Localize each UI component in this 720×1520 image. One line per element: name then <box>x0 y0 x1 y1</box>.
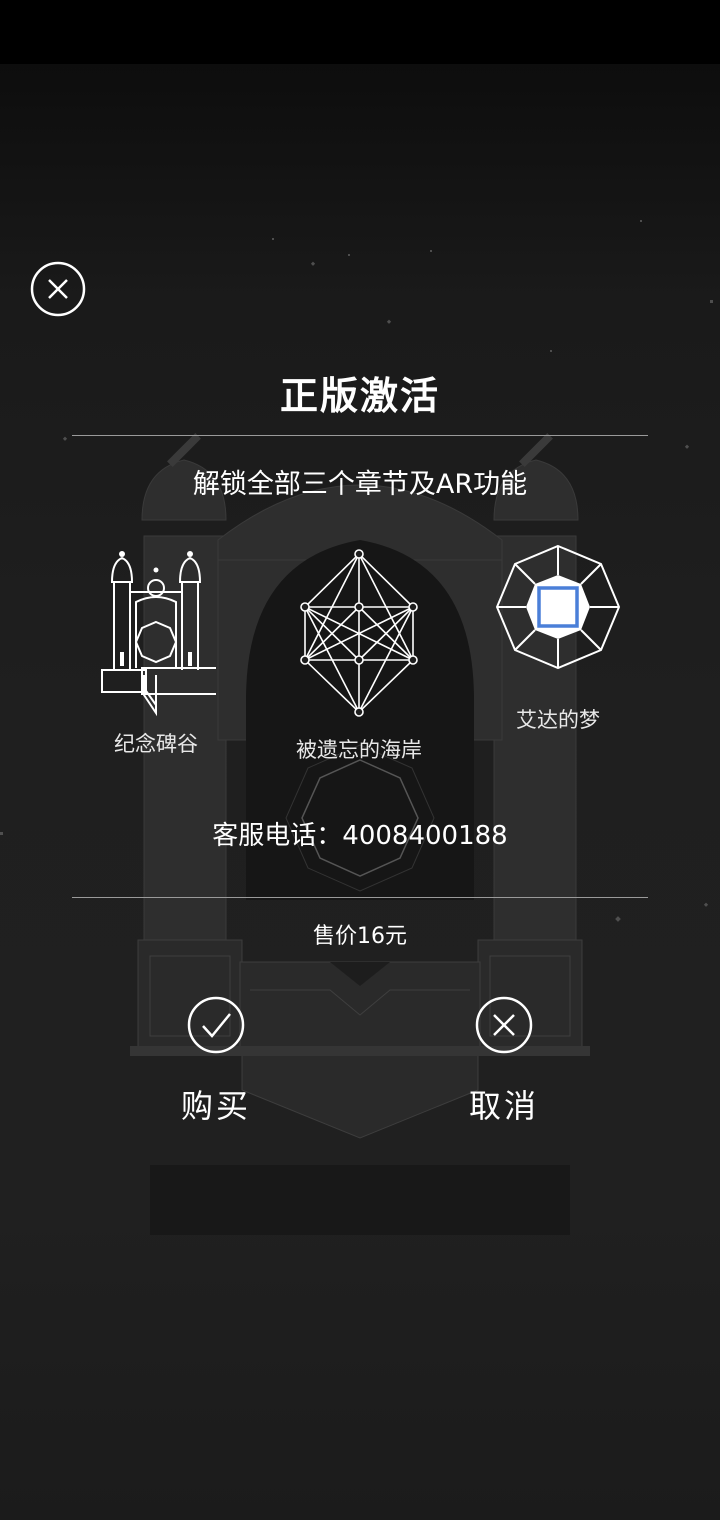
cancel-label: 取消 <box>468 1087 539 1125</box>
chapter-label: 纪念碑谷 <box>114 732 198 756</box>
activation-screen: 正版激活 解锁全部三个章节及AR功能 纪念碑谷 被遗忘的海岸 艾达的梦 客服电话… <box>0 0 720 1520</box>
chapter-monument-valley: 纪念碑谷 <box>56 540 256 758</box>
chapter-forgotten-shores: 被遗忘的海岸 <box>259 540 459 764</box>
sacred-geometry-icon <box>300 549 418 717</box>
dialog-title: 正版激活 <box>279 374 440 418</box>
price-label: 售价16元 <box>313 924 407 949</box>
buy-button[interactable]: 购买 <box>146 995 286 1127</box>
divider-bottom <box>72 897 648 898</box>
close-circle-icon <box>475 996 533 1054</box>
divider-top <box>72 435 648 436</box>
octagon-square-icon <box>495 544 621 670</box>
close-icon <box>30 261 86 317</box>
chapter-idas-dream: 艾达的梦 <box>458 540 658 734</box>
chapter-label: 艾达的梦 <box>516 708 600 732</box>
chapter-label: 被遗忘的海岸 <box>296 738 422 762</box>
service-phone: 客服电话：4008400188 <box>212 821 508 851</box>
checkmark-circle-icon <box>187 996 245 1054</box>
monument-temple-icon <box>101 551 216 717</box>
close-button[interactable] <box>30 261 86 317</box>
dialog-subtitle: 解锁全部三个章节及AR功能 <box>192 469 528 500</box>
buy-label: 购买 <box>180 1087 251 1125</box>
cancel-button[interactable]: 取消 <box>434 995 574 1127</box>
